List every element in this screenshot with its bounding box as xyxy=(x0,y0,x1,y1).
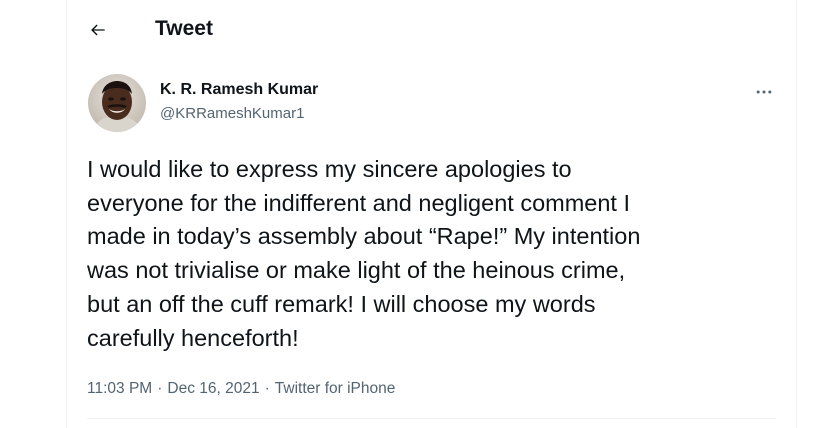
tweet-time[interactable]: 11:03 PM xyxy=(87,380,152,397)
author-handle[interactable]: @KRRameshKumar1 xyxy=(160,104,304,124)
more-button[interactable] xyxy=(750,78,778,106)
back-button[interactable] xyxy=(81,13,115,47)
meta-separator: · xyxy=(157,380,163,397)
more-horizontal-icon xyxy=(756,90,772,94)
avatar-photo-icon xyxy=(88,74,146,132)
avatar[interactable] xyxy=(88,74,146,132)
meta-separator: · xyxy=(264,380,270,397)
divider xyxy=(87,418,776,419)
tweet-source[interactable]: Twitter for iPhone xyxy=(275,380,396,397)
tweet-date[interactable]: Dec 16, 2021 xyxy=(167,380,259,397)
page-title: Tweet xyxy=(155,17,213,40)
tweet-meta: 11:03 PM · Dec 16, 2021 · Twitter for iPhone xyxy=(87,378,395,400)
arrow-left-icon xyxy=(91,24,105,36)
author-name[interactable]: K. R. Ramesh Kumar xyxy=(160,79,318,101)
tweet-text: I would like to express my sincere apolo… xyxy=(87,156,641,351)
tweet-header: Tweet xyxy=(67,0,796,58)
tweet-column: Tweet K. R. Ramesh Kumar @KRRameshKumar1 xyxy=(66,0,797,428)
